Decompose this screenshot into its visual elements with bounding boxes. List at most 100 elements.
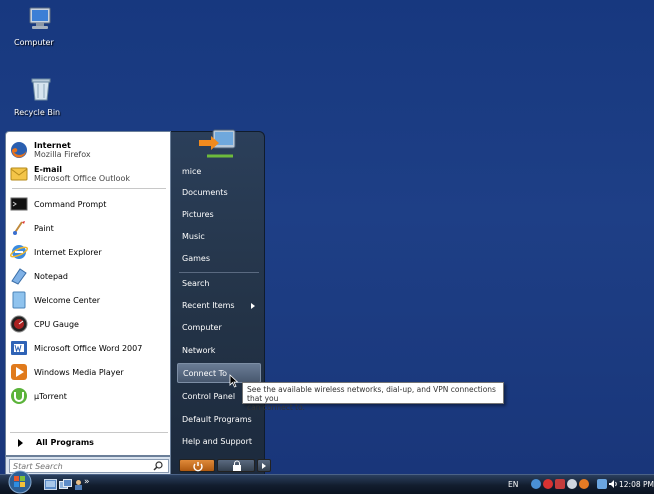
outlook-icon: [10, 167, 28, 181]
internet-explorer-icon: [10, 245, 28, 259]
place-item-documents[interactable]: Documents: [177, 183, 261, 203]
all-programs-label: All Programs: [36, 438, 94, 447]
place-item-label: Music: [182, 232, 205, 241]
place-item-user[interactable]: mice: [177, 162, 261, 182]
recent-item-welcome-center[interactable]: Welcome Center: [10, 288, 168, 312]
start-menu: Internet Mozilla Firefox E-mail Microsof…: [5, 129, 271, 475]
gauge-icon: [10, 315, 28, 333]
switch-windows-icon[interactable]: [59, 479, 72, 490]
recent-item-label: Command Prompt: [34, 199, 107, 209]
media-player-icon: [11, 364, 27, 380]
shutdown-options-button[interactable]: [257, 459, 271, 472]
power-controls: [179, 459, 271, 472]
welcome-center-icon: [12, 291, 26, 309]
recent-item-label: Notepad: [34, 271, 68, 281]
tray-warning-icon[interactable]: [579, 479, 589, 489]
place-item-help-and-support[interactable]: Help and Support: [177, 432, 261, 452]
recent-item-utorrent[interactable]: µTorrent: [10, 384, 168, 408]
recent-item-notepad[interactable]: Notepad: [10, 264, 168, 288]
tray-connection-icon[interactable]: [597, 479, 607, 489]
computer-icon: [29, 7, 51, 29]
place-item-label: Games: [182, 254, 210, 263]
recent-item-paint[interactable]: Paint: [10, 216, 168, 240]
mouse-cursor-icon: [229, 374, 239, 388]
language-indicator[interactable]: EN: [508, 480, 518, 489]
tray-app-icon[interactable]: [555, 479, 565, 489]
notepad-icon: [11, 268, 27, 285]
place-item-network[interactable]: Network: [177, 341, 261, 361]
start-menu-places-pane: mice Documents Pictures Music Games Sear…: [171, 129, 265, 475]
pinned-item-subtitle: Mozilla Firefox: [34, 150, 91, 159]
recent-item-windows-media-player[interactable]: Windows Media Player: [10, 360, 168, 384]
recent-item-label: CPU Gauge: [34, 319, 79, 329]
lock-button[interactable]: [217, 459, 255, 472]
desktop-icon-label: Computer: [14, 38, 54, 47]
word-icon: [11, 341, 27, 355]
all-programs-button[interactable]: All Programs: [10, 432, 168, 452]
recent-item-label: Microsoft Office Word 2007: [34, 343, 143, 353]
recent-item-label: Internet Explorer: [34, 247, 102, 257]
desktop-icon-label: Recycle Bin: [14, 108, 61, 117]
tray-security-icon[interactable]: [543, 479, 553, 489]
command-prompt-icon: [10, 197, 28, 211]
place-item-default-programs[interactable]: Default Programs: [177, 410, 261, 430]
tray-status-icon[interactable]: [567, 479, 577, 489]
lock-icon: [233, 460, 241, 471]
place-item-connect-to[interactable]: Connect To: [177, 363, 261, 383]
utorrent-icon: [11, 388, 27, 404]
place-item-label: Connect To: [183, 369, 228, 378]
place-item-label: Network: [182, 346, 216, 355]
pinned-item-email[interactable]: E-mail Microsoft Office Outlook: [10, 162, 168, 186]
recent-item-command-prompt[interactable]: Command Prompt: [10, 192, 168, 216]
taskbar-clock[interactable]: 12:08 PM: [619, 480, 654, 489]
paint-icon: [13, 221, 25, 235]
power-icon: [193, 462, 203, 472]
pinned-item-internet[interactable]: Internet Mozilla Firefox: [10, 138, 168, 162]
network-connect-icon: [199, 129, 236, 158]
pinned-item-title: Internet: [34, 141, 71, 150]
tooltip-line: can connect to.: [247, 403, 305, 412]
desktop-icon-recycle-bin[interactable]: Recycle Bin: [4, 76, 64, 117]
show-desktop-icon[interactable]: [44, 479, 57, 490]
place-item-label: Pictures: [182, 210, 214, 219]
place-item-search[interactable]: Search: [177, 274, 261, 294]
place-item-label: Help and Support: [182, 437, 252, 446]
places-separator: [179, 272, 259, 273]
arrow-right-icon: [262, 463, 266, 469]
place-item-recent-items[interactable]: Recent Items: [177, 296, 261, 316]
place-item-music[interactable]: Music: [177, 227, 261, 247]
firefox-icon: [11, 142, 27, 158]
recent-item-label: Windows Media Player: [34, 367, 124, 377]
taskbar: » EN 12:08 PM: [0, 474, 654, 494]
place-item-games[interactable]: Games: [177, 249, 261, 269]
recent-item-cpu-gauge[interactable]: CPU Gauge: [10, 312, 168, 336]
recycle-bin-icon: [31, 78, 51, 101]
place-item-label: Documents: [182, 188, 228, 197]
place-item-computer[interactable]: Computer: [177, 318, 261, 338]
pinned-separator: [12, 188, 166, 189]
quick-launch-overflow[interactable]: »: [84, 477, 90, 487]
triangle-right-icon: [18, 439, 23, 447]
place-item-label: Control Panel: [182, 392, 236, 401]
recent-item-label: µTorrent: [34, 391, 67, 401]
recent-item-internet-explorer[interactable]: Internet Explorer: [10, 240, 168, 264]
place-item-label: mice: [182, 167, 202, 176]
recent-item-label: Welcome Center: [34, 295, 101, 305]
power-button[interactable]: [179, 459, 215, 472]
submenu-arrow-icon: [251, 303, 255, 309]
place-item-label: Search: [182, 279, 210, 288]
start-menu-programs-pane: Internet Mozilla Firefox E-mail Microsof…: [5, 131, 171, 456]
recent-item-label: Paint: [34, 223, 54, 233]
tray-network-icon[interactable]: [531, 479, 541, 489]
pinned-item-subtitle: Microsoft Office Outlook: [34, 174, 130, 183]
place-item-label: Computer: [182, 323, 222, 332]
place-item-pictures[interactable]: Pictures: [177, 205, 261, 225]
place-item-label: Default Programs: [182, 415, 252, 424]
pinned-item-title: E-mail: [34, 165, 63, 174]
recent-item-word-2007[interactable]: Microsoft Office Word 2007: [10, 336, 168, 360]
connect-to-tooltip: See the available wireless networks, dia…: [242, 382, 504, 412]
search-icon[interactable]: [153, 461, 163, 471]
start-orb-button[interactable]: [6, 470, 34, 494]
volume-icon[interactable]: [608, 479, 618, 489]
desktop-icon-computer[interactable]: Computer: [4, 6, 64, 47]
